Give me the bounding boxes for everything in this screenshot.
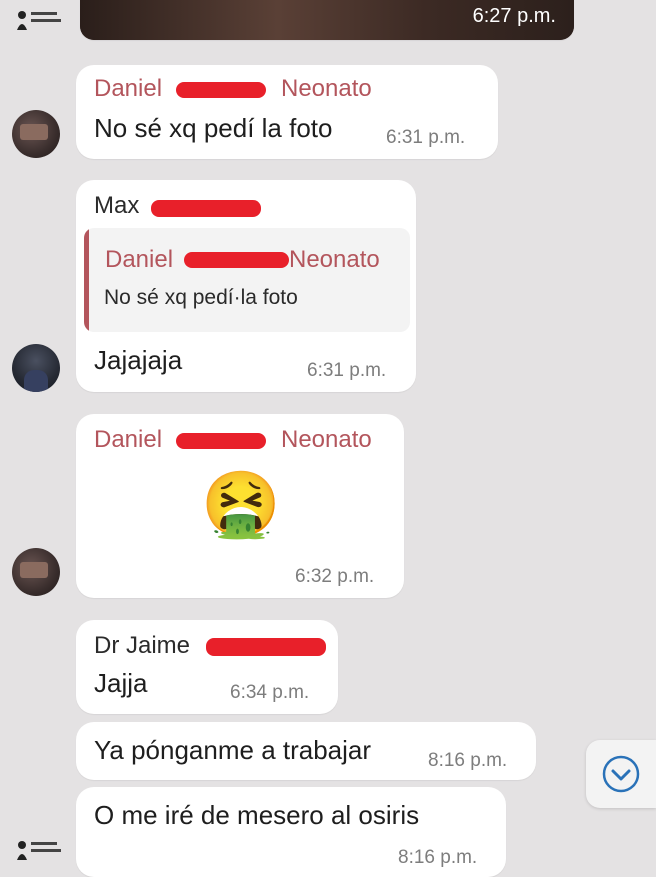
- message-daniel-2[interactable]: Daniel Neonato 🤮 6:32 p.m.: [76, 414, 404, 598]
- vomiting-face-emoji: 🤮: [201, 468, 281, 540]
- message-text: No sé xq pedí la foto: [94, 113, 333, 143]
- avatar-max[interactable]: [12, 344, 60, 392]
- sender-name: Daniel: [94, 426, 163, 453]
- message-time: 6:34 p.m.: [230, 682, 310, 703]
- message-text: Ya pónganme a trabajar: [94, 735, 372, 765]
- reply-text: No sé xq pedí·la foto: [104, 286, 298, 309]
- sender-name: Daniel: [94, 75, 163, 102]
- message-ya-ponganme[interactable]: Ya pónganme a trabajar 8:16 p.m.: [76, 722, 536, 780]
- message-time: 6:31 p.m.: [386, 127, 466, 148]
- dr-jaime-logo-bottom: [17, 841, 61, 860]
- avatar-daniel[interactable]: [12, 110, 60, 158]
- dr-jaime-logo-top: [17, 11, 61, 30]
- avatar-daniel[interactable]: [12, 548, 60, 596]
- message-time: 8:16 p.m.: [428, 750, 508, 771]
- scroll-down-button[interactable]: [586, 740, 656, 808]
- sender-name: Max: [94, 192, 140, 219]
- message-dr-jaime[interactable]: Dr Jaime Jajja 6:34 p.m.: [76, 620, 338, 714]
- chevron-down-icon: [602, 755, 640, 793]
- redaction-bar: [151, 200, 261, 217]
- message-time: 6:31 p.m.: [307, 360, 387, 381]
- message-text: Jajja: [94, 668, 148, 698]
- message-time: 6:32 p.m.: [295, 566, 375, 587]
- message-text: Jajajaja: [94, 345, 183, 375]
- message-daniel-1[interactable]: Daniel Neonato No sé xq pedí la foto 6:3…: [76, 65, 498, 159]
- redaction-bar: [176, 433, 266, 449]
- reply-bar: [84, 228, 89, 332]
- redaction-bar: [184, 252, 289, 268]
- sender-name-tail: Neonato: [281, 426, 372, 453]
- message-time: 8:16 p.m.: [398, 847, 478, 868]
- sender-name-tail: Neonato: [281, 75, 372, 102]
- reply-sender-name: Daniel: [105, 246, 174, 273]
- photo-message-time: 6:27 p.m.: [472, 5, 556, 27]
- reply-quote[interactable]: Daniel Neonato No sé xq pedí·la foto: [84, 228, 410, 332]
- redaction-bar: [176, 82, 266, 98]
- reply-sender-tail: Neonato: [289, 246, 380, 273]
- photo-message[interactable]: 6:27 p.m.: [80, 0, 574, 40]
- message-mesero[interactable]: O me iré de mesero al osiris 8:16 p.m.: [76, 787, 506, 877]
- message-text: O me iré de mesero al osiris: [94, 800, 420, 830]
- message-max[interactable]: Max Daniel Neonato No sé xq pedí·la foto…: [76, 180, 416, 392]
- sender-name: Dr Jaime: [94, 632, 191, 659]
- redaction-bar: [206, 638, 326, 656]
